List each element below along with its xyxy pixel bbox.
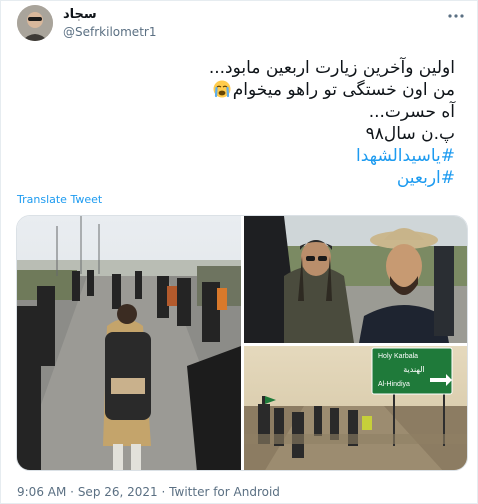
pilgrims-walking-photo[interactable] (17, 216, 241, 470)
translate-tweet-link[interactable]: Translate Tweet (17, 193, 102, 206)
tweet-line: آه حسرت... (368, 102, 455, 122)
avatar[interactable] (17, 5, 53, 41)
sign-line-3: Al-Hindiya (378, 381, 410, 388)
meta-separator: · (70, 485, 74, 499)
author-handle[interactable]: @Sefrkilometr1 (63, 25, 156, 39)
tweet-line: پ.ن سال۹۸ (365, 124, 455, 144)
author-name[interactable]: سجاد (63, 7, 97, 22)
tweet-date[interactable]: Sep 26, 2021 (78, 485, 158, 499)
tweet-text: اولین وآخرین زیارت اربعین مابود... من او… (35, 57, 455, 189)
tweet-card: سجاد @Sefrkilometr1 اولین وآخرین زیارت ا… (0, 0, 478, 504)
karbala-road-sign-photo[interactable]: Holy Karbala الهندية Al-Hindiya (244, 346, 467, 470)
tweet-line: اولین وآخرین زیارت اربعین مابود... (208, 58, 455, 78)
more-horizontal-icon (448, 14, 464, 18)
media-grid: Holy Karbala الهندية Al-Hindiya (16, 215, 468, 471)
hashtag-link[interactable]: #یاسیدالشهدا (356, 146, 455, 166)
meta-separator: · (161, 485, 166, 499)
crying-face-emoji (213, 80, 231, 98)
hashtag-link[interactable]: #اربعین (397, 168, 455, 188)
tweet-line-with-emoji: من اون خستگی تو راهو میخوام (35, 79, 455, 101)
tweet-time[interactable]: 9:06 AM (17, 485, 66, 499)
sign-line-1: Holy Karbala (378, 353, 418, 360)
tweet-line-text: من اون خستگی تو راهو میخوام (232, 80, 455, 100)
sign-line-2: الهندية (403, 365, 424, 374)
tweet-meta: 9:06 AM · Sep 26, 2021 · Twitter for And… (17, 485, 280, 499)
tweet-source[interactable]: Twitter for Android (169, 485, 280, 499)
more-options-button[interactable] (445, 5, 467, 27)
pilgrims-selfie-photo[interactable] (244, 216, 467, 343)
